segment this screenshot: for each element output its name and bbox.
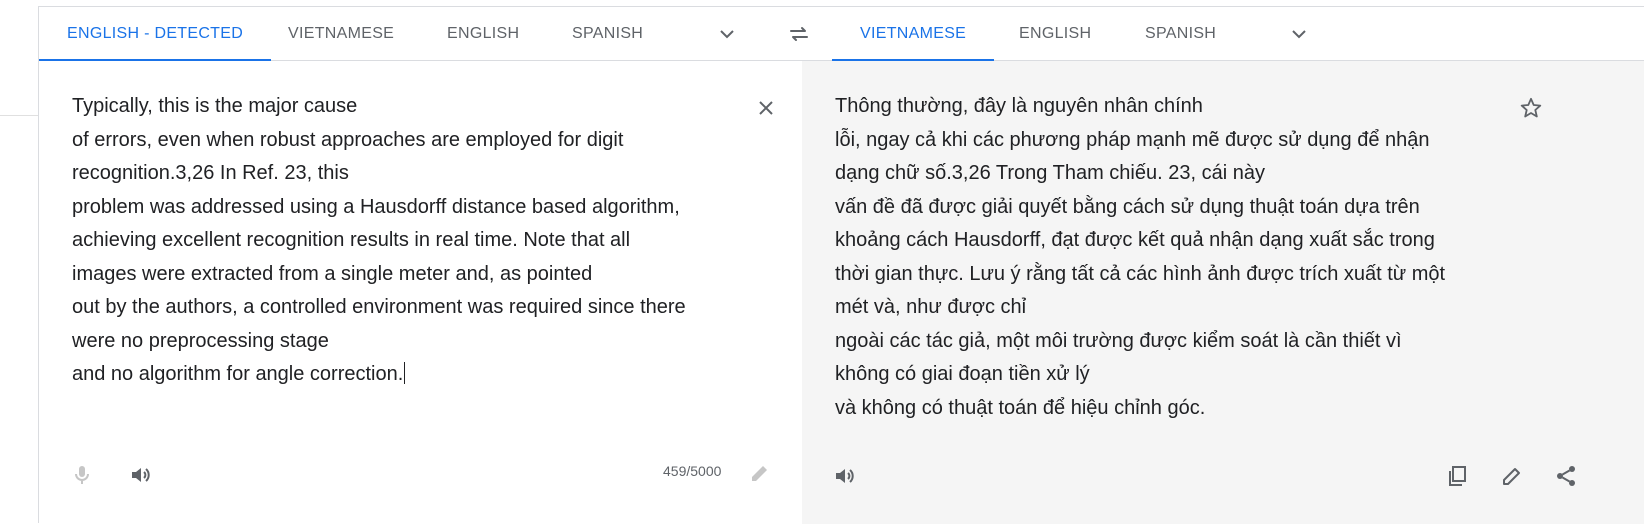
- source-line: recognition.3,26 In Ref. 23, this: [72, 162, 349, 184]
- translation-panel: Thông thường, đây là nguyên nhân chính l…: [802, 61, 1644, 524]
- handwrite-pencil-icon[interactable]: [748, 461, 772, 485]
- tab-source-english[interactable]: ENGLISH: [419, 7, 547, 61]
- source-line: and no algorithm for angle correction.: [72, 363, 404, 385]
- share-icon[interactable]: [1554, 464, 1578, 488]
- source-line: problem was addressed using a Hausdorff …: [72, 195, 680, 218]
- source-line: of errors, even when robust approaches a…: [72, 128, 624, 151]
- translation-line: và không có thuật toán để hiệu chỉnh góc…: [835, 396, 1206, 419]
- source-more-languages-chevron-down-icon[interactable]: [715, 22, 739, 46]
- tab-target-spanish[interactable]: SPANISH: [1117, 7, 1244, 61]
- source-listen-speaker-icon[interactable]: [129, 463, 153, 487]
- source-panel: Typically, this is the major cause of er…: [39, 61, 802, 524]
- source-line: Typically, this is the major cause: [72, 95, 358, 117]
- translation-line: khoảng cách Hausdorff, đạt được kết quả …: [835, 229, 1435, 251]
- source-line: were no preprocessing stage: [72, 329, 329, 352]
- text-caret: [404, 362, 406, 384]
- translation-line: thời gian thực. Lưu ý rằng tất cả các hì…: [835, 262, 1446, 285]
- translate-card: ENGLISH - DETECTED VIETNAMESE ENGLISH SP…: [38, 6, 1644, 524]
- translation-line: dạng chữ số.3,26 Trong Tham chiếu. 23, c…: [835, 162, 1265, 184]
- copy-icon[interactable]: [1445, 464, 1469, 488]
- tab-target-vietnamese[interactable]: VIETNAMESE: [832, 7, 995, 62]
- translation-line: ngoài các tác giả, một môi trường được k…: [835, 329, 1402, 352]
- clear-close-icon[interactable]: [754, 96, 778, 120]
- tab-source-spanish[interactable]: SPANISH: [544, 7, 671, 61]
- edit-pencil-icon[interactable]: [1500, 464, 1524, 488]
- target-listen-speaker-icon[interactable]: [833, 464, 857, 488]
- source-line: images were extracted from a single mete…: [72, 262, 593, 285]
- tab-source-vietnamese[interactable]: VIETNAMESE: [260, 7, 422, 61]
- tab-source-english-detected[interactable]: ENGLISH - DETECTED: [39, 7, 272, 62]
- translation-line: lỗi, ngay cả khi các phương pháp mạnh mẽ…: [835, 128, 1430, 151]
- microphone-icon[interactable]: [70, 463, 94, 487]
- source-line: out by the authors, a controlled environ…: [72, 296, 686, 318]
- swap-languages-icon[interactable]: [787, 22, 811, 46]
- source-text-input[interactable]: Typically, this is the major cause of er…: [72, 90, 686, 392]
- language-bar: ENGLISH - DETECTED VIETNAMESE ENGLISH SP…: [39, 7, 1644, 62]
- translation-line: vấn đề đã được giải quyết bằng cách sử d…: [835, 195, 1420, 218]
- source-line: achieving excellent recognition results …: [72, 229, 631, 251]
- page-divider: [0, 115, 38, 116]
- translation-output: Thông thường, đây là nguyên nhân chính l…: [835, 90, 1445, 425]
- translation-line: không có giai đoạn tiền xử lý: [835, 363, 1090, 385]
- character-count: 459/5000: [663, 463, 722, 479]
- star-icon[interactable]: [1519, 96, 1543, 120]
- tab-target-english[interactable]: ENGLISH: [991, 7, 1119, 61]
- translation-line: mét và, như được chỉ: [835, 296, 1027, 318]
- target-more-languages-chevron-down-icon[interactable]: [1287, 22, 1311, 46]
- translation-line: Thông thường, đây là nguyên nhân chính: [835, 95, 1203, 117]
